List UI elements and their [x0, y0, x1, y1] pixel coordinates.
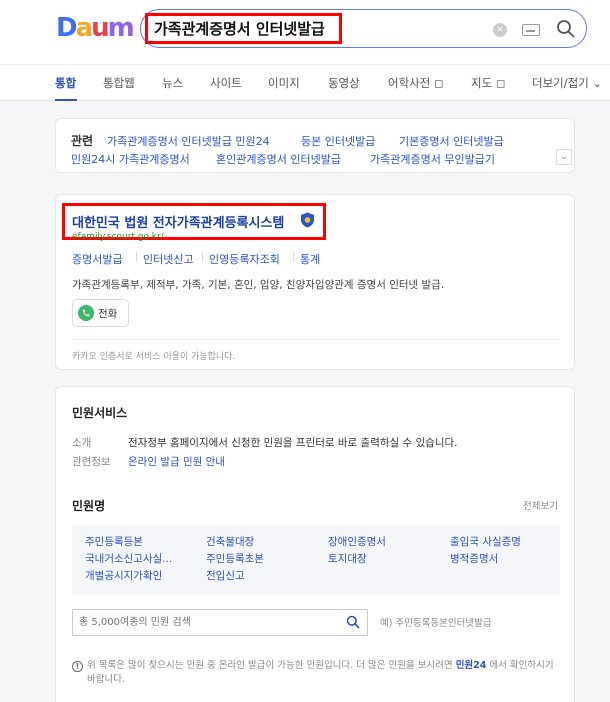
minwon24-link[interactable]: 민원24 [456, 660, 487, 671]
service-item[interactable]: 토지대장 [328, 551, 367, 566]
tab-images[interactable]: 이미지 [268, 75, 300, 91]
search-tabs: 통합 통합웹 뉴스 사이트 이미지 동영상 어학사전 ◻ 지도 ◻ 더보기/접기… [0, 64, 610, 101]
header: Daum × [0, 0, 610, 64]
service-item[interactable]: 전입신고 [206, 568, 245, 583]
site-result: 대한민국 법원 전자가족관계등록시스템 efamily.scourt.go.kr… [55, 194, 575, 370]
notice-prefix: 위 목록은 많이 찾으시는 민원 중 온라인 발급이 가능한 민원입니다. 더 … [87, 660, 456, 671]
sublink-online-report[interactable]: 인터넷신고 [143, 251, 194, 267]
search-box [140, 9, 587, 48]
sublink-certificate[interactable]: 증명서발급 [72, 251, 123, 267]
tab-integrated[interactable]: 통합 [55, 75, 76, 91]
service-search-input[interactable] [72, 609, 368, 636]
intro-label: 소개 [72, 437, 92, 449]
related-link[interactable]: 혼인관계증명서 인터넷발급 [216, 151, 341, 167]
tab-news[interactable]: 뉴스 [162, 75, 183, 91]
related-link[interactable]: 기본증명서 인터넷발급 [399, 133, 504, 149]
phone-button[interactable]: 전화 [72, 299, 129, 327]
service-item[interactable]: 국내거소신고사실... [85, 551, 172, 566]
sublink-seal-lookup[interactable]: 인영등록자조회 [209, 251, 280, 267]
sublink-statistics[interactable]: 통계 [300, 251, 320, 267]
separator: | [292, 252, 296, 263]
service-title: 민원서비스 [72, 406, 128, 420]
service-item[interactable]: 주민등록초본 [206, 551, 264, 566]
notice-text: 위 목록은 많이 찾으시는 민원 중 온라인 발급이 가능한 민원입니다. 더 … [87, 659, 565, 687]
site-url[interactable]: efamily.scourt.go.kr/ [72, 232, 164, 242]
phone-icon [78, 305, 94, 321]
active-tab-indicator [55, 99, 77, 101]
separator: | [135, 252, 139, 263]
tab-dictionary[interactable]: 어학사전 ◻ [388, 75, 444, 91]
separator: | [201, 252, 205, 263]
site-title-link[interactable]: 대한민국 법원 전자가족관계등록시스템 [72, 212, 284, 231]
site-description: 가족관계등록부, 제적부, 가족, 기본, 혼인, 입양, 친양자입양관계 증명… [72, 279, 445, 291]
tab-more[interactable]: 더보기/접기 ⌄ [532, 75, 602, 91]
tab-integrated-web[interactable]: 통합웹 [103, 75, 135, 91]
tab-map[interactable]: 지도 ◻ [471, 75, 505, 91]
search-icon[interactable] [346, 615, 360, 629]
clear-icon[interactable]: × [493, 23, 507, 37]
service-item[interactable]: 개별공시지가확인 [85, 568, 162, 583]
tab-sites[interactable]: 사이트 [210, 75, 242, 91]
related-link[interactable]: 등본 인터넷발급 [301, 133, 375, 149]
info-icon: ! [72, 661, 83, 672]
kakao-note: 카카오 인증서로 서비스 이용이 가능합니다. [72, 352, 236, 362]
search-icon[interactable] [556, 19, 576, 39]
divider [72, 339, 560, 340]
see-all-link[interactable]: 전체보기 [523, 498, 558, 512]
expand-related-button[interactable]: ⌄ [556, 149, 572, 165]
related-link[interactable]: 가족관계증명서 무인발급기 [370, 151, 495, 167]
related-link[interactable]: 가족관계증명서 인터넷발급 민원24 [107, 133, 270, 149]
search-example: 예) 주민등록등본인터넷발급 [380, 618, 492, 629]
keyboard-icon[interactable] [522, 24, 540, 36]
service-item[interactable]: 건축물대장 [206, 534, 254, 549]
related-link[interactable]: 민원24시 가족관계증명서 [71, 151, 190, 167]
related-info-link[interactable]: 온라인 발급 민원 안내 [128, 454, 225, 469]
related-label: 관련 [71, 134, 94, 148]
service-list-title: 민원명 [72, 499, 106, 513]
service-item[interactable]: 장애인증명서 [328, 534, 386, 549]
verified-shield-icon [301, 212, 314, 228]
phone-label: 전화 [98, 308, 118, 320]
service-item[interactable]: 출입국 사실증명 [450, 534, 521, 549]
tab-videos[interactable]: 동영상 [328, 75, 360, 91]
service-item[interactable]: 병적증명서 [450, 551, 498, 566]
related-info-label: 관련정보 [72, 456, 111, 468]
search-input[interactable] [145, 13, 342, 44]
intro-text: 전자정부 홈페이지에서 신청한 민원을 프린터로 바로 출력하실 수 있습니다. [128, 437, 458, 449]
civil-service-panel: 민원서비스 소개 전자정부 홈페이지에서 신청한 민원을 프린터로 바로 출력하… [55, 386, 575, 702]
related-searches: 관련 가족관계증명서 인터넷발급 민원24 등본 인터넷발급 기본증명서 인터넷… [55, 118, 575, 173]
service-item[interactable]: 주민등록등본 [85, 534, 143, 549]
service-grid: 주민등록등본 건축물대장 장애인증명서 출입국 사실증명 국내거소신고사실...… [72, 526, 560, 594]
daum-logo[interactable]: Daum [56, 13, 135, 43]
